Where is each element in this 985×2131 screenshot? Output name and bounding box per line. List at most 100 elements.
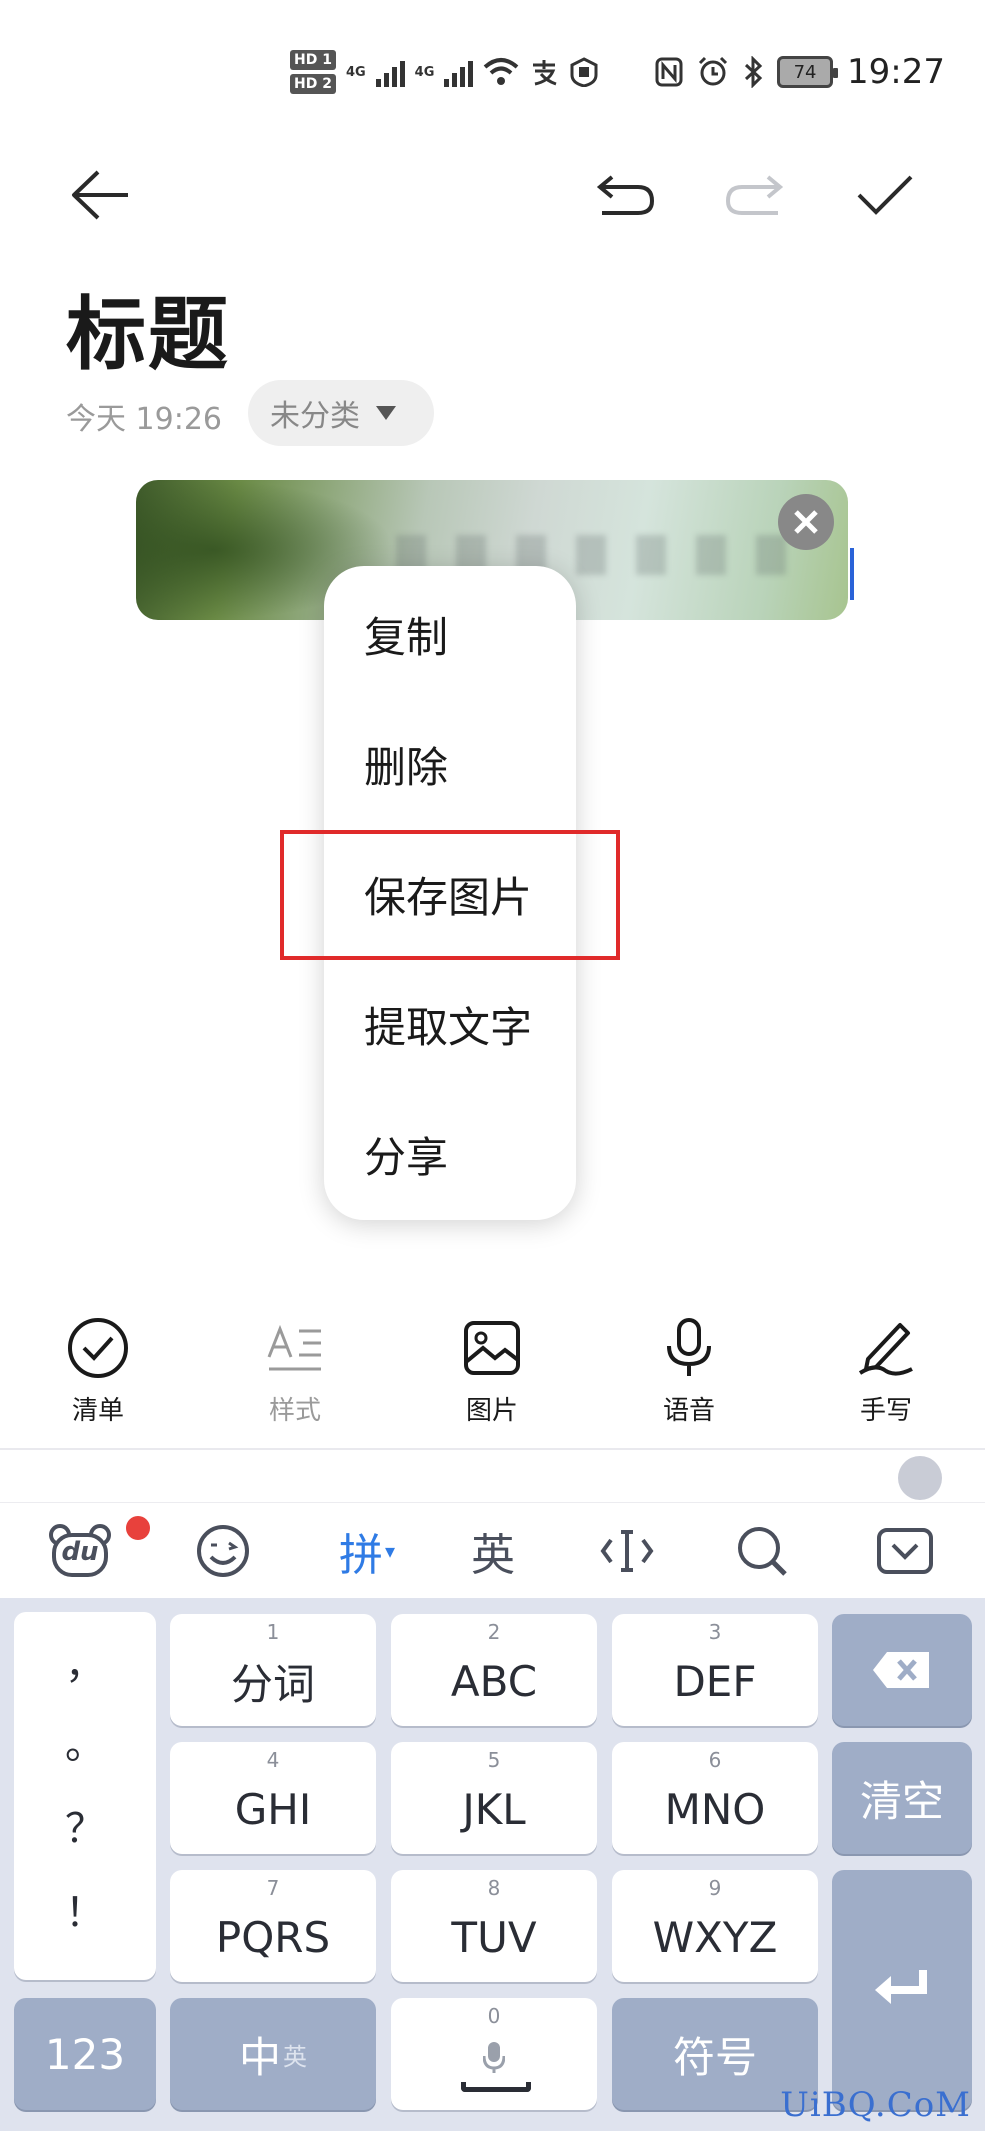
space-key[interactable]: 0 [391,1998,597,2110]
category-selector[interactable]: 未分类 [248,380,434,446]
caret-down-icon: ▾ [384,1539,396,1563]
punctuation-column[interactable]: ， 。 ？ ！ [14,1612,156,1980]
redo-button[interactable] [715,160,795,230]
key-9-num: 9 [708,1876,722,1900]
emoji-button[interactable] [168,1503,278,1599]
nfc-icon [655,57,683,87]
checklist-icon [68,1318,128,1378]
key-1-num: 1 [266,1620,280,1644]
category-label: 未分类 [270,399,360,434]
menu-item-delete[interactable]: 删除 [364,734,448,795]
key-7[interactable]: 7 PQRS [170,1870,376,1982]
key-1[interactable]: 1 分词 [170,1614,376,1726]
ime-toolbar: du 拼 ▾ 英 [0,1502,985,1598]
key-3[interactable]: 3 DEF [612,1614,818,1726]
key-2-num: 2 [487,1620,501,1644]
pinyin-button[interactable]: 拼 ▾ [312,1503,422,1599]
ime-du-button[interactable]: du [25,1503,153,1599]
backspace-icon [873,1652,929,1688]
hand-icon [570,57,598,87]
key-6-num: 6 [708,1748,722,1772]
close-icon [794,510,818,534]
hd1-label: HD 1 [290,50,336,70]
backspace-key[interactable] [832,1614,972,1726]
undo-button[interactable] [585,160,665,230]
checklist-button[interactable]: 清单 [23,1310,173,1430]
battery-level: 74 [793,61,817,83]
enter-icon [875,1970,927,2004]
menu-item-copy[interactable]: 复制 [364,604,448,665]
net1-label: 4G [345,64,366,80]
collapse-keyboard-icon [877,1528,933,1574]
note-title[interactable]: 标题 [66,270,230,386]
key-3-label: DEF [673,1656,757,1706]
voice-button[interactable]: 语音 [614,1310,764,1430]
key-8-num: 8 [487,1876,501,1900]
caret-down-icon [376,406,396,420]
signal-1-icon [375,57,405,87]
key-7-label: PQRS [215,1912,331,1962]
menu-item-share[interactable]: 分享 [364,1124,448,1185]
back-button[interactable] [60,160,140,230]
image-button[interactable]: 图片 [417,1310,567,1430]
remove-image-button[interactable] [778,494,834,550]
lang-switch-key[interactable]: 中 英 [170,1998,376,2110]
note-date: 今天 19:26 [66,402,222,437]
check-icon [857,175,913,215]
clear-key[interactable]: 清空 [832,1742,972,1854]
key-5[interactable]: 5 JKL [391,1742,597,1854]
cursor-move-button[interactable] [572,1503,682,1599]
space-num: 0 [487,2004,501,2028]
microphone-icon [667,1318,711,1376]
punct-question[interactable]: ？ [14,1796,156,1854]
key-6[interactable]: 6 MNO [612,1742,818,1854]
enter-key[interactable] [832,1870,972,2110]
alipay-icon [533,60,557,86]
style-label: 样式 [268,1396,321,1426]
voice-label: 语音 [662,1396,715,1426]
search-button[interactable] [707,1503,817,1599]
key-6-label: MNO [664,1784,766,1834]
key-9-label: WXYZ [652,1912,778,1962]
punct-exclaim[interactable]: ！ [14,1880,156,1938]
battery-icon: 74 [777,56,839,88]
signal-2-icon [444,57,474,87]
key-5-num: 5 [487,1748,501,1772]
clear-label: 清空 [859,1776,944,1826]
redo-icon [725,175,784,215]
punct-period[interactable]: 。 [14,1712,156,1770]
key-2-label: ABC [450,1656,538,1706]
ime-avatar-icon[interactable] [898,1456,942,1500]
status-bar: HD 1 HD 2 4G 4G 74 19:27 [0,0,985,140]
key-2[interactable]: 2 ABC [391,1614,597,1726]
punct-comma[interactable]: ， [14,1632,156,1690]
english-button[interactable]: 英 [438,1503,548,1599]
number-mode-key[interactable]: 123 [14,1998,156,2110]
badge-icon [123,1513,153,1543]
wifi-icon [484,58,519,85]
microphone-icon [483,2042,505,2073]
alarm-icon [698,56,728,86]
ime-suggestion-strip [0,1450,985,1502]
lang-zh-label: 中 [238,2032,281,2082]
key-9[interactable]: 9 WXYZ [612,1870,818,1982]
undo-icon [596,175,655,215]
menu-item-extract-text[interactable]: 提取文字 [364,994,532,1055]
lang-en-label: 英 [283,2042,307,2071]
key-4[interactable]: 4 GHI [170,1742,376,1854]
edit-toolbar: 清单 样式 图片 语音 手写 [0,1310,985,1430]
key-4-label: GHI [234,1784,312,1834]
emoji-icon [197,1525,249,1577]
handwriting-label: 手写 [859,1396,912,1426]
key-7-num: 7 [266,1876,280,1900]
done-button[interactable] [845,160,925,230]
handwriting-button[interactable]: 手写 [811,1310,961,1430]
checklist-label: 清单 [71,1396,124,1426]
key-1-label: 分词 [230,1659,315,1709]
style-button[interactable]: 样式 [220,1310,370,1430]
key-5-label: JKL [462,1784,526,1834]
watermark: UiBQ.CoM [780,2085,971,2125]
space-bar-icon [461,2082,531,2092]
hide-keyboard-button[interactable] [850,1503,960,1599]
key-8[interactable]: 8 TUV [391,1870,597,1982]
